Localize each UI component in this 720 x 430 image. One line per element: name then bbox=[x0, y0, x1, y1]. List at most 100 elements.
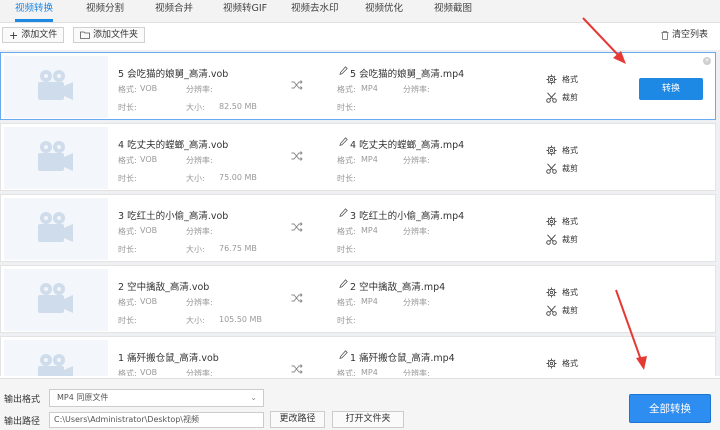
source-format-label: 格式: bbox=[118, 156, 137, 165]
tab-video-remove-watermark[interactable]: 视频去水印 bbox=[291, 0, 339, 22]
shuffle-arrow-icon bbox=[291, 151, 303, 161]
source-size-label: 大小: bbox=[186, 245, 205, 254]
source-filename: 5 会吃猫的娘舅_高清.vob bbox=[118, 69, 229, 80]
scissors-icon bbox=[546, 305, 557, 316]
target-format-value: MP4 bbox=[361, 226, 378, 235]
tab-video-convert[interactable]: 视频转换 bbox=[15, 0, 54, 22]
gear-icon bbox=[546, 216, 557, 227]
gear-icon bbox=[546, 145, 557, 156]
file-row[interactable]: 1 痛歼搬仓鼠_高清.vob 格式: VOB 分辨率: 时长: 大小: 1 痛歼… bbox=[0, 336, 716, 376]
format-settings-button[interactable]: 格式 bbox=[546, 216, 578, 227]
target-filename[interactable]: 5 会吃猫的娘舅_高清.mp4 bbox=[350, 66, 464, 80]
crop-button[interactable]: 裁剪 bbox=[546, 92, 578, 103]
target-format-label: 格式: bbox=[337, 85, 356, 94]
source-duration-label: 时长: bbox=[118, 245, 137, 254]
format-settings-label: 格式 bbox=[562, 288, 578, 297]
crop-button[interactable]: 裁剪 bbox=[546, 234, 578, 245]
edit-pencil-icon[interactable] bbox=[339, 137, 348, 147]
format-settings-button[interactable]: 格式 bbox=[546, 358, 578, 369]
crop-button[interactable]: 裁剪 bbox=[546, 163, 578, 174]
convert-button[interactable]: 转换 bbox=[639, 78, 703, 100]
source-format-label: 格式: bbox=[118, 85, 137, 94]
file-row[interactable]: 4 吃丈夫的螳螂_高清.vob 格式: VOB 分辨率: 时长: 大小: 75.… bbox=[0, 123, 716, 191]
gear-icon bbox=[546, 74, 557, 85]
target-format-value: MP4 bbox=[361, 84, 378, 93]
tab-video-split[interactable]: 视频分割 bbox=[86, 0, 124, 22]
clear-list-button[interactable]: 清空列表 bbox=[661, 27, 708, 43]
video-camera-icon bbox=[38, 354, 73, 376]
video-camera-icon bbox=[38, 141, 73, 171]
target-filename[interactable]: 3 吃红土的小偷_高清.mp4 bbox=[350, 208, 464, 222]
crop-label: 裁剪 bbox=[562, 235, 578, 244]
target-format-value: MP4 bbox=[361, 368, 378, 376]
source-duration-label: 时长: bbox=[118, 316, 137, 325]
format-settings-label: 格式 bbox=[562, 146, 578, 155]
open-folder-button[interactable]: 打开文件夹 bbox=[332, 411, 404, 428]
target-duration-label: 时长: bbox=[337, 316, 356, 325]
crop-label: 裁剪 bbox=[562, 306, 578, 315]
source-size-value: 105.50 MB bbox=[219, 315, 262, 324]
source-size-value: 82.50 MB bbox=[219, 102, 257, 111]
target-format-label: 格式: bbox=[337, 156, 356, 165]
shuffle-arrow-icon bbox=[291, 80, 303, 90]
tab-video-screenshot[interactable]: 视频截图 bbox=[434, 0, 472, 22]
source-filename: 2 空中擒敌_高清.vob bbox=[118, 282, 210, 293]
source-size-label: 大小: bbox=[186, 316, 205, 325]
target-filename[interactable]: 4 吃丈夫的螳螂_高清.mp4 bbox=[350, 137, 464, 151]
scissors-icon bbox=[546, 234, 557, 245]
source-duration-label: 时长: bbox=[118, 174, 137, 183]
add-folder-button[interactable]: 添加文件夹 bbox=[73, 27, 146, 43]
tab-video-optimize[interactable]: 视频优化 bbox=[365, 0, 403, 22]
target-resolution-label: 分辨率: bbox=[403, 298, 430, 307]
video-thumbnail bbox=[4, 269, 108, 331]
edit-pencil-icon[interactable] bbox=[339, 279, 348, 289]
output-path-field[interactable]: C:\Users\Administrator\Desktop\视频 bbox=[49, 412, 264, 428]
edit-pencil-icon[interactable] bbox=[339, 350, 348, 360]
convert-all-button[interactable]: 全部转换 bbox=[629, 394, 711, 423]
target-format-value: MP4 bbox=[361, 297, 378, 306]
crop-button[interactable]: 裁剪 bbox=[546, 305, 578, 316]
output-path-label: 输出路径 bbox=[4, 417, 41, 427]
format-settings-button[interactable]: 格式 bbox=[546, 74, 578, 85]
source-resolution-label: 分辨率: bbox=[186, 369, 213, 376]
shuffle-arrow-icon bbox=[291, 293, 303, 303]
source-format-label: 格式: bbox=[118, 298, 137, 307]
source-filename: 4 吃丈夫的螳螂_高清.vob bbox=[118, 140, 229, 151]
source-resolution-label: 分辨率: bbox=[186, 227, 213, 236]
file-row[interactable]: 3 吃红土的小偷_高清.vob 格式: VOB 分辨率: 时长: 大小: 76.… bbox=[0, 194, 716, 262]
source-size-label: 大小: bbox=[186, 103, 205, 112]
plus-icon: + bbox=[9, 28, 19, 42]
format-settings-label: 格式 bbox=[562, 75, 578, 84]
edit-pencil-icon[interactable] bbox=[339, 66, 348, 76]
format-settings-button[interactable]: 格式 bbox=[546, 287, 578, 298]
output-panel: 输出格式 MP4 同原文件 ⌄ 输出路径 C:\Users\Administra… bbox=[0, 378, 720, 430]
tab-bar: 视频转换 视频分割 视频合并 视频转GIF 视频去水印 视频优化 视频截图 bbox=[0, 0, 720, 23]
file-row[interactable]: 5 会吃猫的娘舅_高清.vob 格式: VOB 分辨率: 时长: 大小: 82.… bbox=[0, 52, 716, 120]
add-file-label: 添加文件 bbox=[21, 30, 58, 40]
format-settings-label: 格式 bbox=[562, 359, 578, 368]
target-filename[interactable]: 1 痛歼搬仓鼠_高清.mp4 bbox=[350, 350, 455, 364]
target-resolution-label: 分辨率: bbox=[403, 156, 430, 165]
source-format-value: VOB bbox=[140, 84, 158, 93]
target-duration-label: 时长: bbox=[337, 245, 356, 254]
add-folder-label: 添加文件夹 bbox=[93, 30, 139, 40]
crop-label: 裁剪 bbox=[562, 164, 578, 173]
format-settings-button[interactable]: 格式 bbox=[546, 145, 578, 156]
toolbar: + 添加文件 添加文件夹 清空列表 bbox=[0, 23, 720, 47]
tab-video-merge[interactable]: 视频合并 bbox=[155, 0, 193, 22]
change-path-button[interactable]: 更改路径 bbox=[270, 411, 325, 428]
target-resolution-label: 分辨率: bbox=[403, 227, 430, 236]
output-format-select[interactable]: MP4 同原文件 ⌄ bbox=[49, 389, 264, 407]
source-format-value: VOB bbox=[140, 155, 158, 164]
target-filename[interactable]: 2 空中擒敌_高清.mp4 bbox=[350, 279, 445, 293]
video-camera-icon bbox=[38, 70, 73, 100]
edit-pencil-icon[interactable] bbox=[339, 208, 348, 218]
file-list: 5 会吃猫的娘舅_高清.vob 格式: VOB 分辨率: 时长: 大小: 82.… bbox=[0, 50, 720, 376]
add-file-button[interactable]: + 添加文件 bbox=[2, 27, 65, 43]
file-row[interactable]: 2 空中擒敌_高清.vob 格式: VOB 分辨率: 时长: 大小: 105.5… bbox=[0, 265, 716, 333]
source-resolution-label: 分辨率: bbox=[186, 85, 213, 94]
shuffle-arrow-icon bbox=[291, 364, 303, 374]
tab-video-to-gif[interactable]: 视频转GIF bbox=[223, 0, 267, 22]
remove-row-close-icon[interactable]: × bbox=[703, 57, 711, 65]
gear-icon bbox=[546, 287, 557, 298]
